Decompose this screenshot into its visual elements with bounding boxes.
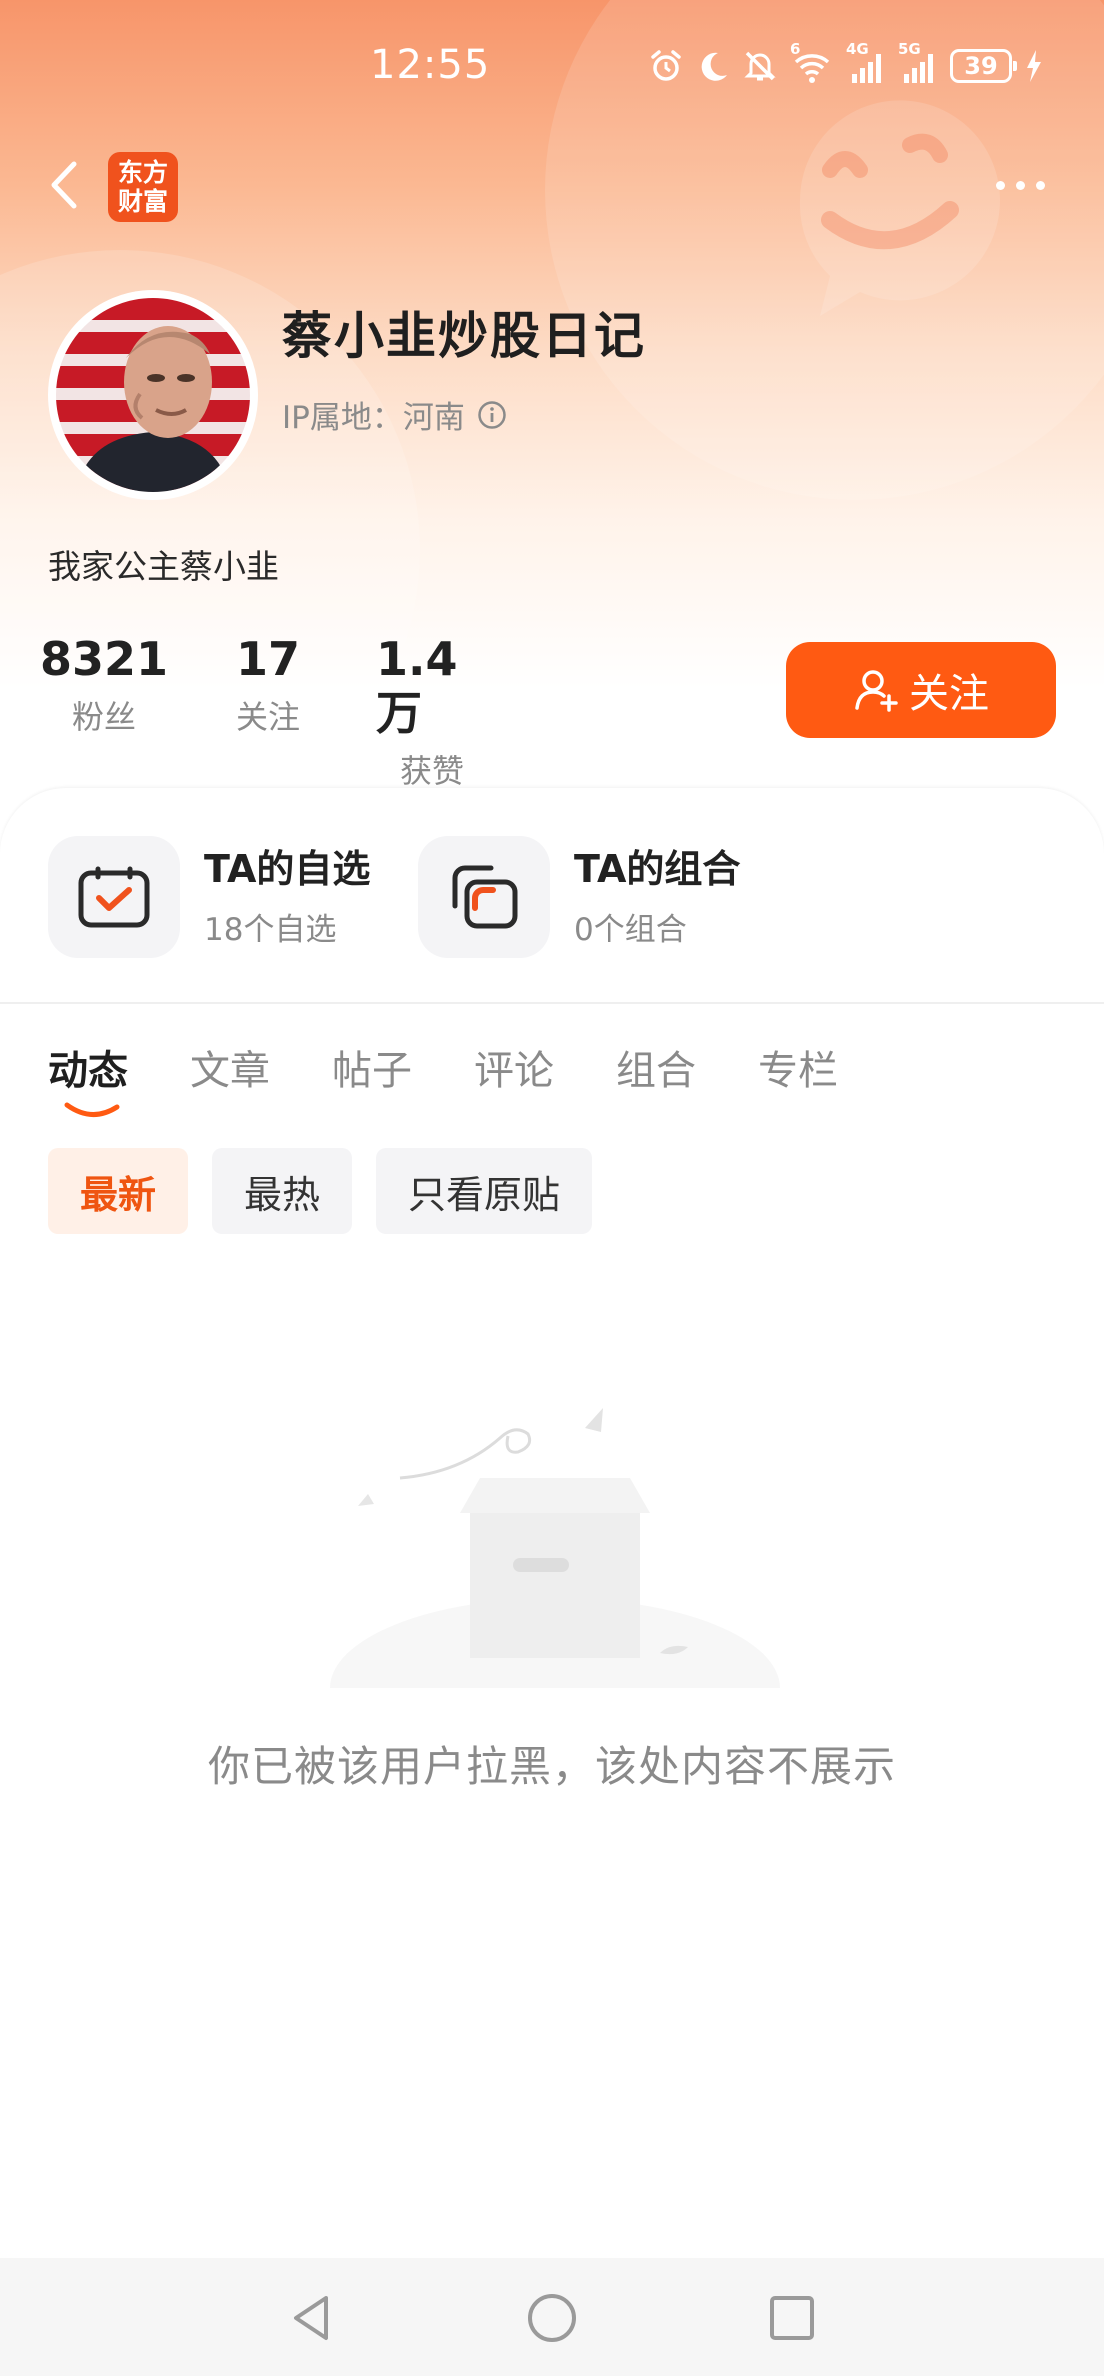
watchlist-icon-box: [48, 836, 180, 958]
stat-following[interactable]: 17 关注: [212, 632, 324, 792]
stat-label: 粉丝: [71, 698, 136, 736]
watchlist-entry[interactable]: TA的自选 18个自选: [48, 836, 370, 958]
profile-screen: 12:55 6 4G 5G 39 东方 财富 蔡小韭炒股日记 IP属地：河南 我…: [0, 0, 1104, 2376]
signal-icon: [852, 54, 881, 83]
back-triangle-icon[interactable]: [284, 2290, 340, 2346]
portfolio-text: TA的组合 0个组合: [574, 846, 740, 949]
ip-location-text: IP属地：河南: [282, 400, 465, 436]
tab-articles[interactable]: 文章: [190, 1038, 270, 1096]
profile-name: 蔡小韭炒股日记: [282, 307, 646, 365]
avatar-portrait-icon: [76, 326, 230, 492]
entry-subtitle: 18个自选: [204, 911, 337, 948]
tab-label: 动态: [48, 1048, 128, 1094]
wifi-icon: [794, 54, 830, 83]
filter-hottest[interactable]: 最热: [212, 1148, 353, 1234]
tab-comments[interactable]: 评论: [474, 1038, 554, 1096]
wifi-indicator: 6: [790, 40, 834, 86]
ip-location: IP属地：河南: [282, 392, 507, 437]
avatar[interactable]: [48, 290, 258, 500]
divider: [0, 1002, 1104, 1004]
stat-label: 关注: [235, 698, 300, 736]
tab-label: 帖子: [332, 1048, 412, 1094]
entry-title: TA的自选: [204, 846, 371, 891]
watchlist-text: TA的自选 18个自选: [204, 846, 370, 949]
stat-likes[interactable]: 1.4万 获赞: [376, 632, 488, 792]
moon-icon: [701, 52, 727, 81]
tab-label: 专栏: [758, 1048, 838, 1094]
more-icon-dot: [995, 180, 1005, 190]
entry-title: TA的组合: [574, 846, 741, 891]
stat-followers[interactable]: 8321 粉丝: [40, 632, 168, 792]
empty-state-message: 你已被该用户拉黑，该处内容不展示: [207, 1742, 896, 1791]
more-icon-dot: [1035, 180, 1045, 190]
portfolio-icon-box: [418, 836, 550, 958]
watchlist-icon: [78, 866, 150, 928]
avatar-image: [56, 298, 250, 492]
cell-signal-1: 4G: [846, 40, 886, 86]
tab-posts[interactable]: 帖子: [332, 1038, 412, 1096]
tab-label: 文章: [190, 1048, 270, 1094]
recents-square-icon[interactable]: [764, 2290, 820, 2346]
mute-icon: [744, 51, 776, 81]
filter-original-only[interactable]: 只看原贴: [376, 1148, 593, 1234]
stat-label: 获赞: [399, 752, 464, 790]
signal-icon: [904, 54, 933, 83]
filter-latest[interactable]: 最新: [48, 1148, 189, 1234]
cell-signal-2: 5G: [898, 40, 938, 86]
content-card: TA的自选 18个自选 TA的组合 0个组合 动态 文章 帖子 评论 组合 专栏…: [0, 788, 1104, 2258]
system-nav-bar: [0, 2258, 1104, 2376]
empty-box-icon: [330, 1408, 780, 1688]
alarm-icon: [651, 50, 681, 81]
status-icons: 6 4G 5G 39: [648, 40, 1044, 88]
app-logo[interactable]: 东方 财富: [108, 152, 178, 222]
more-button[interactable]: [980, 160, 1060, 210]
follow-button[interactable]: 关注: [786, 642, 1056, 738]
stat-value: 8321: [39, 632, 169, 686]
tab-portfolios[interactable]: 组合: [616, 1038, 696, 1096]
tab-active-indicator: [64, 1102, 120, 1117]
entry-subtitle: 0个组合: [574, 911, 687, 948]
profile-bio: 我家公主蔡小韭: [48, 547, 279, 586]
more-icon-dot: [1015, 180, 1025, 190]
battery-level: 39: [964, 52, 998, 80]
tab-columns[interactable]: 专栏: [758, 1038, 838, 1096]
battery-icon: 39: [950, 49, 1017, 83]
tab-label: 评论: [474, 1048, 554, 1094]
home-circle-icon[interactable]: [524, 2290, 580, 2346]
tab-label: 组合: [616, 1048, 696, 1094]
chevron-left-icon: [51, 161, 77, 209]
add-user-icon: [855, 670, 898, 712]
charging-icon: [1027, 50, 1041, 82]
portfolio-icon: [452, 865, 518, 929]
profile-stats: 8321 粉丝 17 关注 1.4万 获赞: [40, 632, 488, 792]
stat-value: 17: [235, 632, 300, 686]
filter-chips: 最新 最热 只看原贴: [48, 1148, 593, 1234]
logo-text-line1: 东方: [117, 158, 168, 187]
back-button[interactable]: [38, 150, 94, 220]
status-time: 12:55: [370, 42, 491, 88]
portfolio-entry[interactable]: TA的组合 0个组合: [418, 836, 740, 958]
info-icon[interactable]: [477, 400, 507, 430]
content-tabs: 动态 文章 帖子 评论 组合 专栏: [48, 1038, 900, 1117]
stat-value: 1.4万: [376, 632, 458, 740]
status-bar: 12:55 6 4G 5G 39: [0, 0, 1104, 130]
logo-text-line2: 财富: [117, 187, 168, 216]
follow-button-label: 关注: [909, 671, 989, 717]
tab-feed[interactable]: 动态: [48, 1038, 128, 1117]
